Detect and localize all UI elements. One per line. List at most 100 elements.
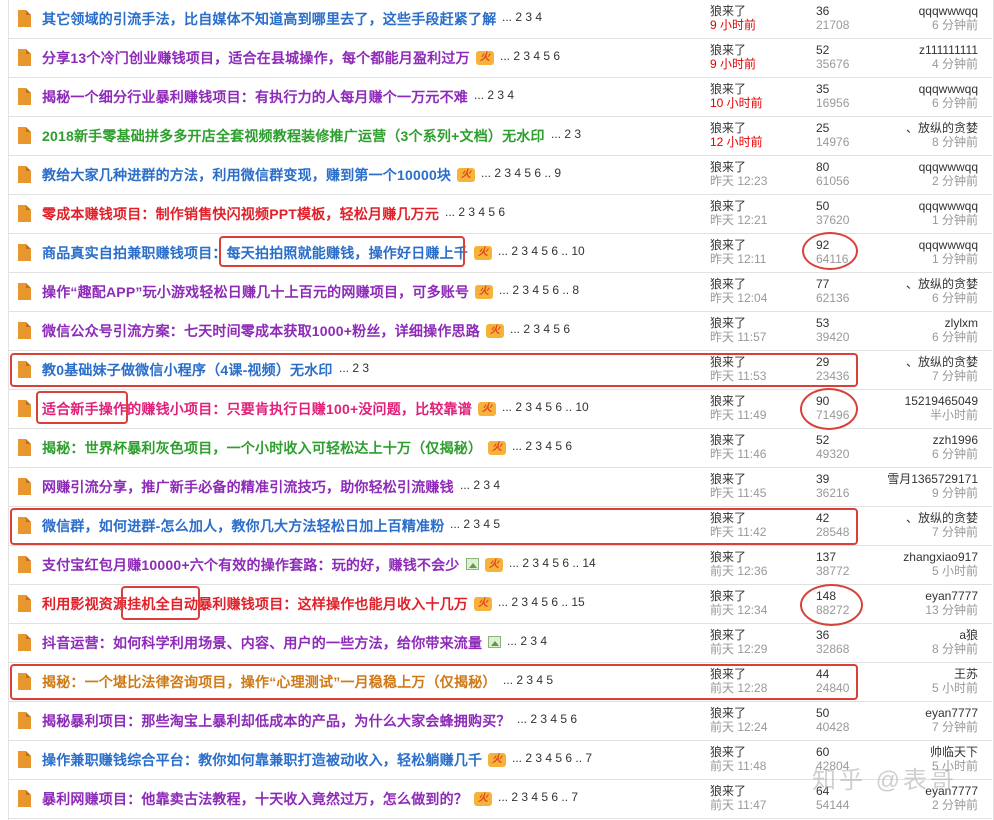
thread-page-links[interactable]: ... 2 3 <box>551 127 581 141</box>
thread-author[interactable]: 狼来了 <box>710 511 746 526</box>
thread-last-poster[interactable]: 王苏 <box>954 667 978 682</box>
thread-posted-time: 12 小时前 <box>710 135 763 149</box>
thread-page-links[interactable]: ... 2 3 4 5 6 .. 14 <box>509 556 596 570</box>
thread-page-links[interactable]: ... 2 3 4 <box>474 88 514 102</box>
thread-author[interactable]: 狼来了 <box>710 394 746 409</box>
thread-reply-count: 44 <box>816 667 830 681</box>
thread-page-links[interactable]: ... 2 3 4 5 6 <box>517 712 577 726</box>
thread-author[interactable]: 狼来了 <box>710 550 746 565</box>
thread-page-links[interactable]: ... 2 3 4 5 <box>450 517 500 531</box>
thread-title-link[interactable]: 分享13个冷门创业赚钱项目，适合在县城操作，每个都能月盈利过万 <box>42 48 470 68</box>
thread-file-icon <box>18 322 31 339</box>
thread-last-poster[interactable]: qqqwwwqq <box>919 160 978 175</box>
thread-title-link[interactable]: 网赚引流分享，推广新手必备的精准引流技巧，助你轻松引流赚钱 <box>42 477 454 497</box>
thread-page-links[interactable]: ... 2 3 4 5 6 <box>510 322 570 336</box>
thread-page-links[interactable]: ... 2 3 4 5 <box>503 673 553 687</box>
image-attachment-icon <box>488 636 501 648</box>
thread-author[interactable]: 狼来了 <box>710 160 746 175</box>
thread-title-link[interactable]: 支付宝红包月赚10000+六个有效的操作套路：玩的好，赚钱不会少 <box>42 555 460 575</box>
thread-title-link[interactable]: 操作兼职赚钱综合平台：教你如何靠兼职打造被动收入，轻松躺赚几千 <box>42 750 482 770</box>
thread-last-poster[interactable]: zhangxiao917 <box>903 550 978 565</box>
thread-author[interactable]: 狼来了 <box>710 628 746 643</box>
thread-last-poster[interactable]: eyan7777 <box>925 706 978 721</box>
thread-last-poster[interactable]: 、放纵的贪婪 <box>906 277 978 292</box>
thread-title-link[interactable]: 2018新手零基础拼多多开店全套视频教程装修推广运营（3个系列+文档）无水印 <box>42 126 545 146</box>
thread-page-links[interactable]: ... 2 3 4 5 6 .. 8 <box>499 283 579 297</box>
thread-page-links[interactable]: ... 2 3 4 <box>460 478 500 492</box>
thread-title-link[interactable]: 揭秘：一个堪比法律咨询项目，操作“心理测试”一月稳稳上万（仅揭秘） <box>42 672 497 692</box>
thread-page-links[interactable]: ... 2 3 4 5 6 .. 7 <box>498 790 578 804</box>
thread-page-links[interactable]: ... 2 3 4 5 6 .. 9 <box>481 166 561 180</box>
thread-page-links[interactable]: ... 2 3 <box>339 361 369 375</box>
thread-author[interactable]: 狼来了 <box>710 43 746 58</box>
thread-author[interactable]: 狼来了 <box>710 589 746 604</box>
thread-last-poster[interactable]: a狼 <box>959 628 978 643</box>
thread-last-post-time: 2 分钟前 <box>931 174 978 188</box>
thread-page-links[interactable]: ... 2 3 4 5 6 <box>500 49 560 63</box>
thread-last-poster[interactable]: 、放纵的贪婪 <box>906 355 978 370</box>
thread-title-link[interactable]: 抖音运营：如何科学利用场景、内容、用户的一些方法，给你带来流量 <box>42 633 482 653</box>
thread-author[interactable]: 狼来了 <box>710 199 746 214</box>
thread-last-poster[interactable]: qqqwwwqq <box>919 4 978 19</box>
thread-page-links[interactable]: ... 2 3 4 5 6 <box>512 439 572 453</box>
thread-page-links[interactable]: ... 2 3 4 5 6 .. 10 <box>502 400 589 414</box>
thread-last-poster[interactable]: 15219465049 <box>905 394 978 409</box>
thread-page-links[interactable]: ... 2 3 4 5 6 <box>445 205 505 219</box>
thread-last-poster[interactable]: eyan7777 <box>925 589 978 604</box>
thread-author[interactable]: 狼来了 <box>710 355 746 370</box>
thread-last-poster[interactable]: qqqwwwqq <box>919 238 978 253</box>
thread-author[interactable]: 狼来了 <box>710 277 746 292</box>
thread-last-poster[interactable]: 帅临天下 <box>930 745 978 760</box>
thread-title-link[interactable]: 微信群，如何进群-怎么加人，教你几大方法轻松日加上百精准粉 <box>42 516 444 536</box>
thread-last-poster[interactable]: qqqwwwqq <box>919 82 978 97</box>
thread-posted-time: 前天 11:48 <box>710 759 767 773</box>
thread-title-link[interactable]: 零成本赚钱项目：制作销售快闪视频PPT模板，轻松月赚几万元 <box>42 204 439 224</box>
thread-author[interactable]: 狼来了 <box>710 121 746 136</box>
thread-last-post-time: 5 小时前 <box>931 681 978 695</box>
thread-view-count: 16956 <box>816 96 850 110</box>
thread-title-link[interactable]: 其它领域的引流手法，比自媒体不知道高到哪里去了，这些手段赶紧了解 <box>42 9 496 29</box>
thread-row: 利用影视资源挂机全自动暴利赚钱项目：这样操作也能月收入十几万 ... 2 3 4… <box>8 585 992 624</box>
thread-last-post-time: 1 分钟前 <box>931 213 978 227</box>
thread-title-link[interactable]: 教0基础妹子做微信小程序（4课-视频）无水印 <box>42 360 333 380</box>
thread-author[interactable]: 狼来了 <box>710 784 746 799</box>
thread-page-links[interactable]: ... 2 3 4 5 6 .. 10 <box>498 244 585 258</box>
thread-title-link[interactable]: 揭秘一个细分行业暴利赚钱项目：有执行力的人每月赚个一万元不难 <box>42 87 468 107</box>
thread-last-poster[interactable]: qqqwwwqq <box>919 199 978 214</box>
thread-file-icon <box>18 127 31 144</box>
hot-thread-icon: 火 <box>475 285 493 299</box>
thread-author[interactable]: 狼来了 <box>710 745 746 760</box>
thread-title-link[interactable]: 暴利网赚项目：他靠卖古法教程，十天收入竟然过万，怎么做到的？ <box>42 789 468 809</box>
thread-reply-count: 92 <box>816 238 830 252</box>
thread-title-link[interactable]: 商品真实自拍兼职赚钱项目：每天拍拍照就能赚钱，操作好日赚上千 <box>42 243 468 263</box>
thread-row: 揭秘一个细分行业暴利赚钱项目：有执行力的人每月赚个一万元不难 ... 2 3 4… <box>8 78 992 117</box>
thread-title-link[interactable]: 教给大家几种进群的方法，利用微信群变现，赚到第一个10000块 <box>42 165 451 185</box>
thread-last-poster[interactable]: 、放纵的贪婪 <box>906 511 978 526</box>
thread-page-links[interactable]: ... 2 3 4 5 6 .. 15 <box>498 595 585 609</box>
thread-last-poster[interactable]: zzh1996 <box>933 433 978 448</box>
thread-title-link[interactable]: 揭秘暴利项目：那些淘宝上暴利却低成本的产品，为什么大家会蜂拥购买？ <box>42 711 511 731</box>
thread-title-link[interactable]: 揭秘：世界杯暴利灰色项目，一个小时收入可轻松达上十万（仅揭秘） <box>42 438 482 458</box>
thread-last-poster[interactable]: z111111111 <box>919 43 978 58</box>
thread-last-poster[interactable]: zlylxm <box>945 316 978 331</box>
thread-author[interactable]: 狼来了 <box>710 706 746 721</box>
thread-title-link[interactable]: 微信公众号引流方案：七天时间零成本获取1000+粉丝，详细操作思路 <box>42 321 480 341</box>
thread-page-links[interactable]: ... 2 3 4 <box>507 634 547 648</box>
thread-author[interactable]: 狼来了 <box>710 667 746 682</box>
thread-view-count: 88272 <box>816 603 850 617</box>
thread-title-link[interactable]: 操作“趣配APP”玩小游戏轻松日赚几十上百元的网赚项目，可多账号 <box>42 282 469 302</box>
thread-title-link[interactable]: 利用影视资源挂机全自动暴利赚钱项目：这样操作也能月收入十几万 <box>42 594 468 614</box>
thread-author[interactable]: 狼来了 <box>710 4 746 19</box>
thread-author[interactable]: 狼来了 <box>710 238 746 253</box>
thread-last-poster[interactable]: 雪月1365729171 <box>887 472 978 487</box>
thread-page-links[interactable]: ... 2 3 4 <box>502 10 542 24</box>
thread-last-poster[interactable]: 、放纵的贪婪 <box>906 121 978 136</box>
thread-posted-time: 前天 12:24 <box>710 720 768 734</box>
thread-last-post-time: 4 分钟前 <box>931 57 978 71</box>
thread-page-links[interactable]: ... 2 3 4 5 6 .. 7 <box>512 751 592 765</box>
thread-author[interactable]: 狼来了 <box>710 472 746 487</box>
thread-author[interactable]: 狼来了 <box>710 316 746 331</box>
thread-author[interactable]: 狼来了 <box>710 82 746 97</box>
thread-title-link[interactable]: 适合新手操作的赚钱小项目：只要肯执行日赚100+没问题，比较靠谱 <box>42 399 472 419</box>
thread-author[interactable]: 狼来了 <box>710 433 746 448</box>
